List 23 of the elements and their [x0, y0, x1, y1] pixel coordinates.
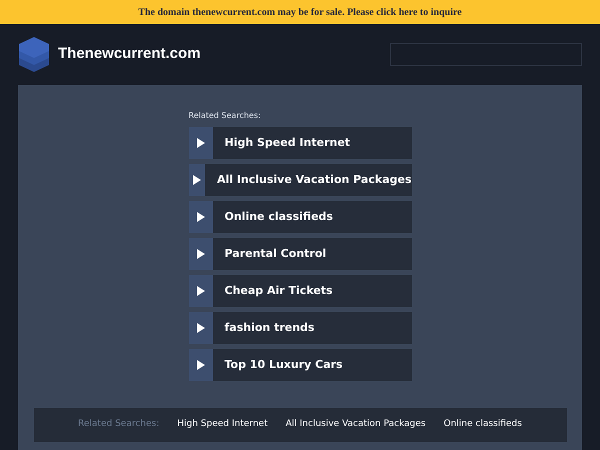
search-field[interactable] — [390, 43, 582, 66]
play-triangle-icon — [196, 249, 204, 259]
play-triangle-icon — [196, 212, 204, 222]
related-search-link[interactable]: Parental Control — [188, 238, 412, 270]
related-search-link[interactable]: Cheap Air Tickets — [188, 275, 412, 307]
play-triangle-icon — [196, 286, 204, 296]
footer-search-link[interactable]: All Inclusive Vacation Packages — [286, 418, 426, 432]
related-heading: Related Searches: — [188, 110, 262, 122]
footer-search-link[interactable]: High Speed Internet — [177, 418, 268, 432]
related-search-link[interactable]: Top 10 Luxury Cars — [188, 349, 412, 381]
play-triangle-icon — [196, 360, 204, 370]
play-triangle-icon — [196, 323, 204, 333]
related-search-link[interactable]: Online classifieds — [188, 201, 412, 233]
site-name: Thenewcurrent.com — [58, 44, 201, 64]
play-triangle-icon — [192, 175, 201, 185]
related-search-link[interactable]: fashion trends — [188, 312, 412, 344]
play-triangle-icon — [196, 138, 204, 148]
sale-banner[interactable]: The domain thenewcurrent.com may be for sale. Please click here to inquire — [0, 0, 600, 24]
footer-heading: Related Searches: — [78, 418, 160, 432]
footer-search-link[interactable]: Online classifieds — [444, 418, 522, 432]
related-search-link[interactable]: High Speed Internet — [188, 127, 412, 159]
layers-logo-icon — [18, 36, 50, 72]
related-search-link[interactable]: All Inclusive Vacation Packages — [188, 164, 412, 196]
